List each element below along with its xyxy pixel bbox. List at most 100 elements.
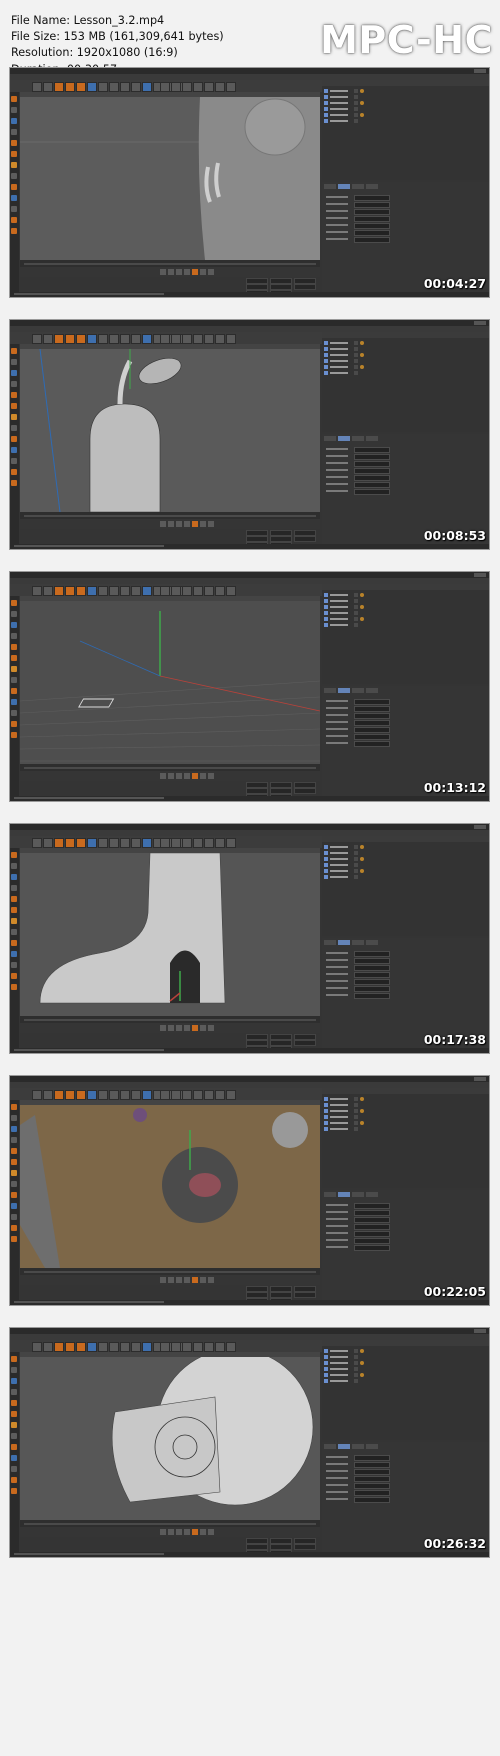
mode-button[interactable] — [11, 140, 17, 146]
playback-button[interactable] — [200, 1025, 206, 1031]
toolbar-button[interactable] — [160, 1342, 170, 1352]
toolbar-button[interactable] — [226, 334, 236, 344]
object-row[interactable] — [324, 617, 384, 621]
attribute-field[interactable] — [354, 958, 390, 964]
toolbar-button[interactable] — [43, 82, 53, 92]
timeline-ruler[interactable] — [20, 512, 320, 519]
mode-button[interactable] — [11, 622, 17, 628]
attribute-field[interactable] — [354, 237, 390, 243]
material-tag-icon[interactable] — [360, 113, 364, 117]
object-row[interactable] — [324, 1097, 384, 1101]
attribute-field[interactable] — [354, 706, 390, 712]
playback-button[interactable] — [184, 773, 190, 779]
playback-button[interactable] — [176, 269, 182, 275]
attribute-field[interactable] — [354, 713, 390, 719]
attribute-field[interactable] — [354, 734, 390, 740]
playback-button[interactable] — [184, 521, 190, 527]
attribute-tab[interactable] — [338, 184, 350, 189]
toolbar-button[interactable] — [65, 1090, 75, 1100]
visibility-toggle[interactable] — [354, 341, 358, 345]
toolbar-button[interactable] — [160, 82, 170, 92]
attribute-tab[interactable] — [324, 688, 336, 693]
mode-button[interactable] — [11, 370, 17, 376]
toolbar-button[interactable] — [171, 1342, 181, 1352]
visibility-toggle[interactable] — [354, 113, 358, 117]
mode-button[interactable] — [11, 1192, 17, 1198]
attribute-field[interactable] — [354, 1476, 390, 1482]
playback-button[interactable] — [200, 773, 206, 779]
coordinate-field[interactable] — [294, 1040, 316, 1046]
visibility-toggle[interactable] — [354, 1127, 358, 1131]
toolbar-button[interactable] — [43, 586, 53, 596]
toolbar-button[interactable] — [142, 1090, 152, 1100]
object-row[interactable] — [324, 359, 384, 363]
toolbar-button[interactable] — [215, 838, 225, 848]
attribute-tab[interactable] — [366, 688, 378, 693]
object-row[interactable] — [324, 845, 384, 849]
mode-button[interactable] — [11, 348, 17, 354]
mode-button[interactable] — [11, 1159, 17, 1165]
toolbar-button[interactable] — [76, 838, 86, 848]
object-row[interactable] — [324, 851, 384, 855]
attribute-field[interactable] — [354, 1462, 390, 1468]
toolbar-button[interactable] — [120, 838, 130, 848]
toolbar-button[interactable] — [109, 334, 119, 344]
mode-button[interactable] — [11, 918, 17, 924]
playback-button[interactable] — [200, 1277, 206, 1283]
object-row[interactable] — [324, 869, 384, 873]
attribute-field[interactable] — [354, 216, 390, 222]
visibility-toggle[interactable] — [354, 353, 358, 357]
visibility-toggle[interactable] — [354, 851, 358, 855]
mode-button[interactable] — [11, 1411, 17, 1417]
toolbar-button[interactable] — [54, 1090, 64, 1100]
thumbnail-frame-3[interactable]: 00:13:12 — [10, 572, 489, 801]
mode-button[interactable] — [11, 381, 17, 387]
object-row[interactable] — [324, 857, 384, 861]
object-row[interactable] — [324, 599, 384, 603]
mode-button[interactable] — [11, 1137, 17, 1143]
toolbar-button[interactable] — [109, 838, 119, 848]
attribute-tab[interactable] — [324, 1444, 336, 1449]
mode-button[interactable] — [11, 1433, 17, 1439]
playback-button[interactable] — [192, 521, 198, 527]
toolbar-button[interactable] — [98, 1090, 108, 1100]
attribute-field[interactable] — [354, 209, 390, 215]
playback-button[interactable] — [208, 773, 214, 779]
object-row[interactable] — [324, 113, 384, 117]
mode-button[interactable] — [11, 206, 17, 212]
mode-button[interactable] — [11, 1236, 17, 1242]
mode-button[interactable] — [11, 173, 17, 179]
toolbar-button[interactable] — [182, 838, 192, 848]
mode-button[interactable] — [11, 1170, 17, 1176]
mode-button[interactable] — [11, 852, 17, 858]
attribute-tab[interactable] — [338, 688, 350, 693]
object-row[interactable] — [324, 107, 384, 111]
toolbar-button[interactable] — [65, 82, 75, 92]
attribute-field[interactable] — [354, 741, 390, 747]
mode-button[interactable] — [11, 436, 17, 442]
mode-button[interactable] — [11, 1488, 17, 1494]
playback-button[interactable] — [208, 521, 214, 527]
toolbar-button[interactable] — [109, 1342, 119, 1352]
mode-button[interactable] — [11, 96, 17, 102]
3d-viewport[interactable] — [20, 596, 320, 764]
attribute-tab[interactable] — [338, 1192, 350, 1197]
attribute-field[interactable] — [354, 986, 390, 992]
toolbar-button[interactable] — [182, 82, 192, 92]
toolbar-button[interactable] — [193, 1342, 203, 1352]
mode-button[interactable] — [11, 425, 17, 431]
toolbar-button[interactable] — [54, 1342, 64, 1352]
material-tag-icon[interactable] — [360, 593, 364, 597]
attribute-field[interactable] — [354, 1224, 390, 1230]
object-row[interactable] — [324, 1379, 384, 1383]
object-row[interactable] — [324, 623, 384, 627]
object-row[interactable] — [324, 1355, 384, 1359]
attribute-field[interactable] — [354, 195, 390, 201]
attribute-field[interactable] — [354, 1469, 390, 1475]
mode-button[interactable] — [11, 655, 17, 661]
mode-button[interactable] — [11, 414, 17, 420]
mode-button[interactable] — [11, 929, 17, 935]
attribute-tab[interactable] — [352, 688, 364, 693]
toolbar-button[interactable] — [87, 334, 97, 344]
toolbar-button[interactable] — [32, 1090, 42, 1100]
